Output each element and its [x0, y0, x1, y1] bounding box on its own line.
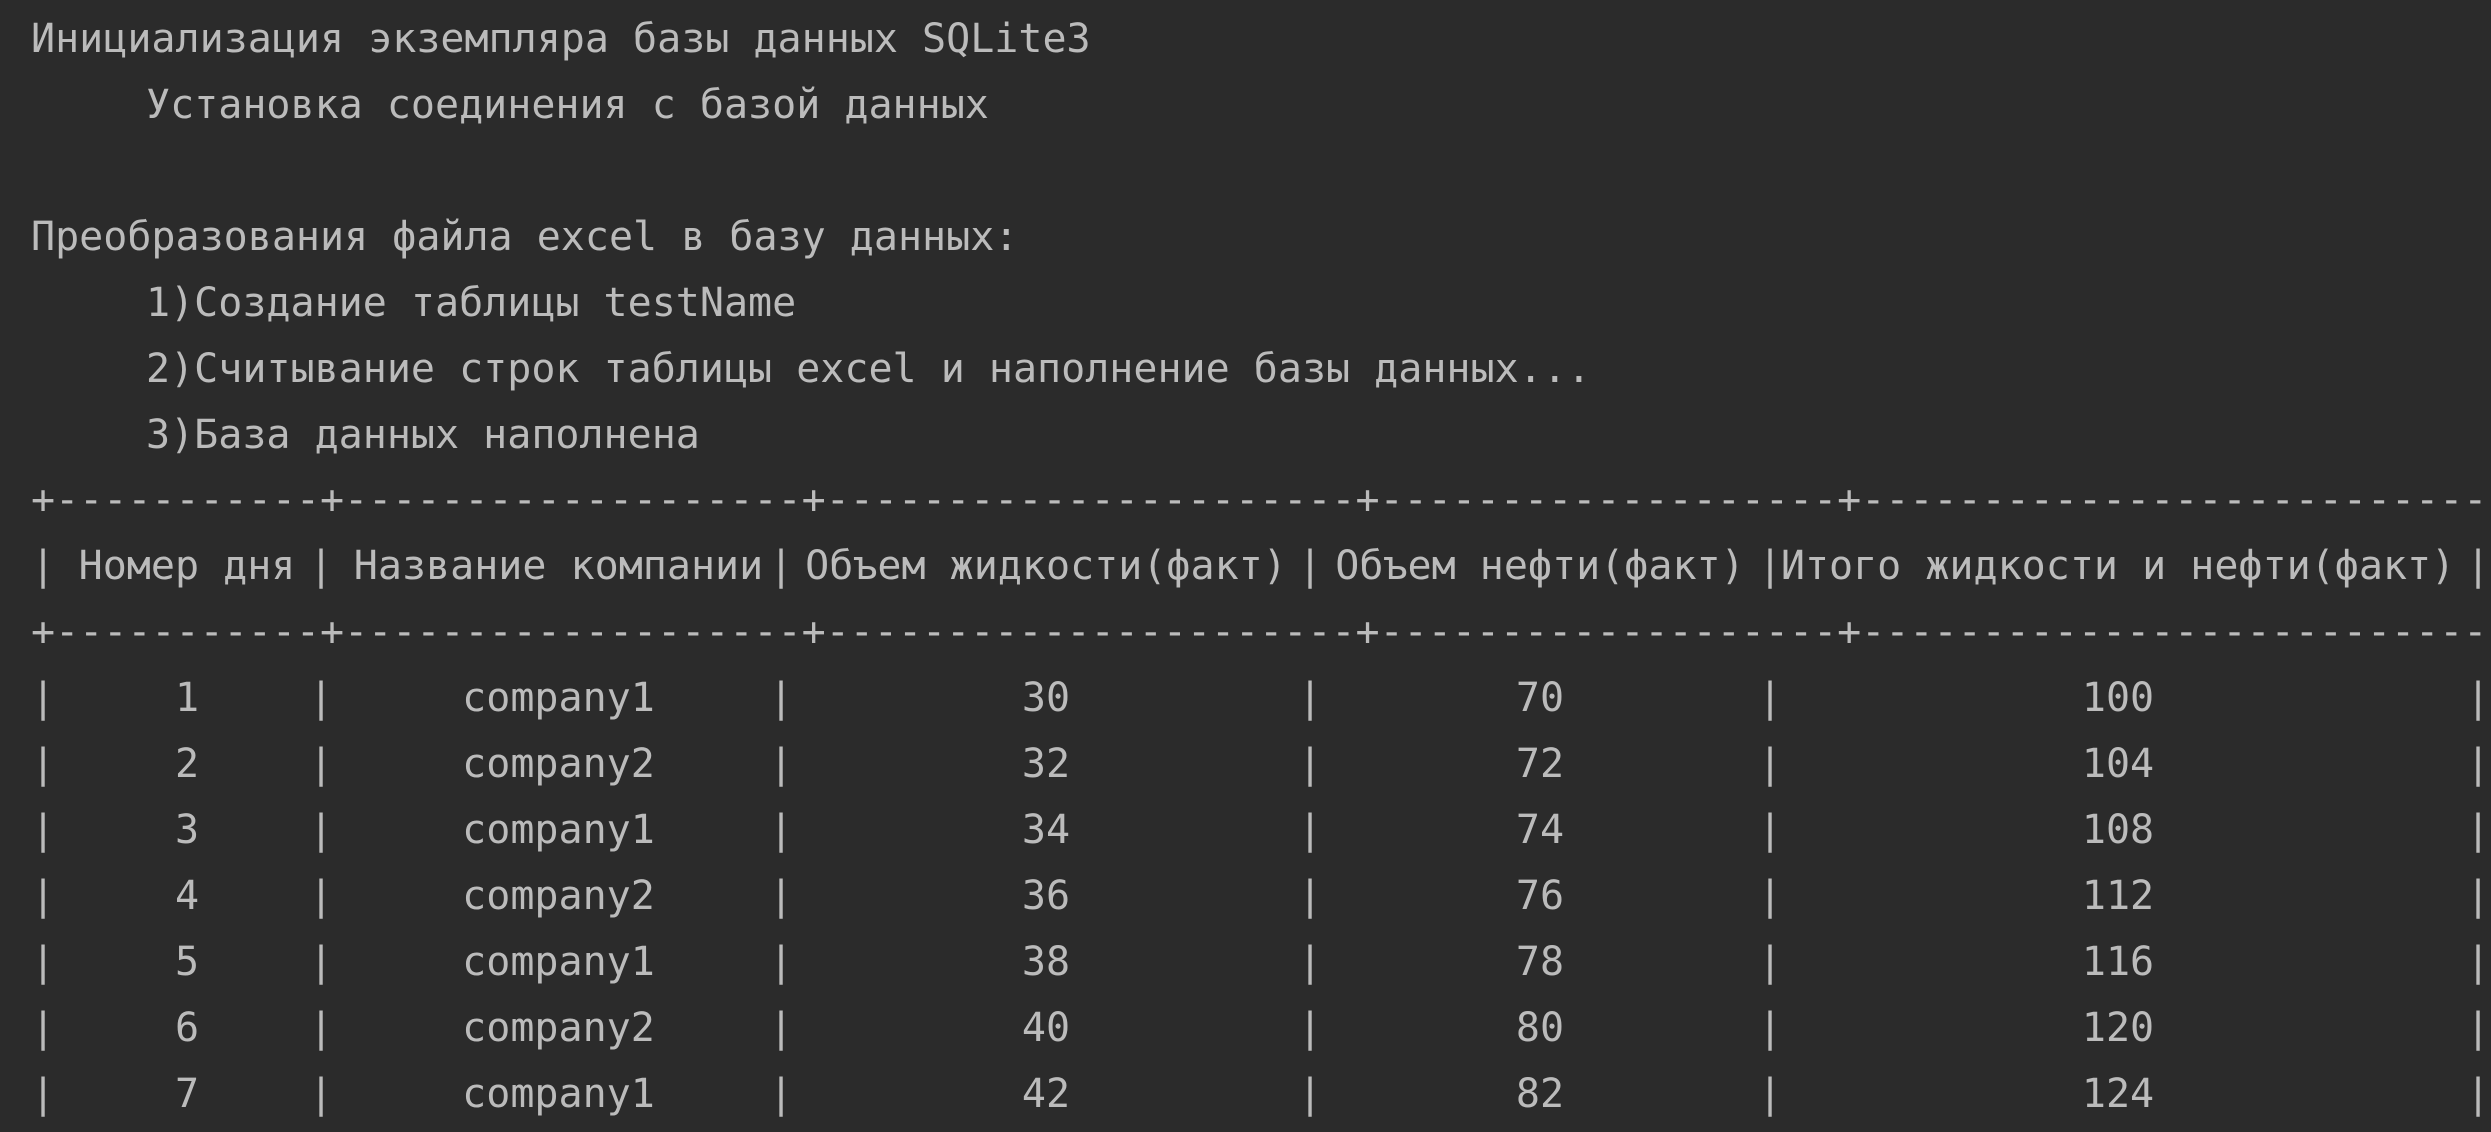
console-line-init: Инициализация экземпляра базы данных SQL…	[31, 16, 1091, 62]
cell-day-number: 1	[174, 675, 200, 721]
table-pipe: |	[1298, 1071, 1323, 1117]
cell-day-number: 3	[174, 807, 200, 853]
cell-total: 124	[2081, 1071, 2155, 1117]
table-pipe: |	[1298, 675, 1323, 721]
cell-oil-volume: 72	[1515, 741, 1565, 787]
cell-company-name: company1	[462, 675, 655, 721]
cell-liquid-volume: 34	[1021, 807, 1071, 853]
cell-liquid-volume: 40	[1021, 1005, 1071, 1051]
table-pipe: |	[1758, 807, 1783, 853]
cell-day-number: 6	[174, 1005, 200, 1051]
console-line-step1: 1)Создание таблицы testName	[146, 280, 797, 326]
table-pipe: |	[1758, 1071, 1783, 1117]
table-pipe: |	[2466, 939, 2491, 985]
table-pipe: |	[1758, 1005, 1783, 1051]
cell-total: 104	[2081, 741, 2155, 787]
table-row: | | | | | | 4 company2 36 76 112	[31, 863, 2491, 929]
table-pipe: |	[2466, 873, 2491, 919]
table-pipe: |	[1758, 873, 1783, 919]
table-pipe: |	[31, 807, 56, 853]
console-line-connect: Установка соединения с базой данных	[146, 82, 989, 128]
cell-liquid-volume: 36	[1021, 873, 1071, 919]
table-pipe: |	[2466, 807, 2491, 853]
table-pipe: |	[1298, 873, 1323, 919]
console-line-step3: 3)База данных наполнена	[146, 412, 700, 458]
table-header-row: | Номер дня | Название компании | Объем …	[31, 533, 2491, 599]
table-pipe: |	[1298, 939, 1323, 985]
header-oil-volume: Объем нефти(факт)	[1335, 543, 1745, 589]
cell-company-name: company2	[462, 741, 655, 787]
table-pipe: |	[1298, 741, 1323, 787]
table-row: | | | | | | 3 company1 34 74 108	[31, 797, 2491, 863]
table-pipe: |	[1298, 543, 1323, 589]
cell-total: 120	[2081, 1005, 2155, 1051]
table-pipe: |	[769, 543, 794, 589]
table-pipe: |	[31, 1005, 56, 1051]
table-header-border: +-----------+-------------------+-------…	[31, 609, 2491, 655]
console-line-step2: 2)Считывание строк таблицы excel и напол…	[146, 346, 1591, 392]
cell-oil-volume: 76	[1515, 873, 1565, 919]
table-pipe: |	[2466, 741, 2491, 787]
table-pipe: |	[31, 543, 56, 589]
cell-company-name: company1	[462, 1071, 655, 1117]
cell-company-name: company2	[462, 1005, 655, 1051]
cell-company-name: company2	[462, 873, 655, 919]
cell-day-number: 5	[174, 939, 200, 985]
cell-total: 116	[2081, 939, 2155, 985]
table-body: | | | | | | 1 company1 30 70 100 | | | | | | 2 company2 32 7…	[31, 665, 2491, 1127]
cell-day-number: 7	[174, 1071, 200, 1117]
cell-oil-volume: 70	[1515, 675, 1565, 721]
header-day-number: Номер дня	[78, 543, 296, 589]
header-company-name: Название компании	[353, 543, 764, 589]
table-pipe: |	[1758, 939, 1783, 985]
header-total: Итого жидкости и нефти(факт)	[1780, 543, 2456, 589]
cell-liquid-volume: 30	[1021, 675, 1071, 721]
table-row: | | | | | | 1 company1 30 70 100	[31, 665, 2491, 731]
table-top-border: +-----------+-------------------+-------…	[31, 477, 2491, 523]
table-row: | | | | | | 2 company2 32 72 104	[31, 731, 2491, 797]
table-row: | | | | | | 6 company2 40 80 120	[31, 995, 2491, 1061]
table-row: | | | | | | 7 company1 42 82 124	[31, 1061, 2491, 1127]
cell-company-name: company1	[462, 807, 655, 853]
cell-day-number: 4	[174, 873, 200, 919]
cell-oil-volume: 74	[1515, 807, 1565, 853]
header-liquid-volume: Объем жидкости(факт)	[805, 543, 1287, 589]
cell-oil-volume: 78	[1515, 939, 1565, 985]
ascii-table: +-----------+-------------------+-------…	[31, 467, 2491, 1127]
cell-liquid-volume: 32	[1021, 741, 1071, 787]
cell-oil-volume: 80	[1515, 1005, 1565, 1051]
table-pipe: |	[309, 543, 334, 589]
cell-total: 112	[2081, 873, 2155, 919]
console-output: Инициализация экземпляра базы данных SQL…	[0, 0, 2491, 1132]
table-pipe: |	[1758, 543, 1783, 589]
table-row: | | | | | | 5 company1 38 78 116	[31, 929, 2491, 995]
table-pipe: |	[31, 675, 56, 721]
table-pipe: |	[2466, 675, 2491, 721]
table-pipe: |	[2466, 1005, 2491, 1051]
table-pipe: |	[2466, 1071, 2491, 1117]
table-pipe: |	[1758, 741, 1783, 787]
cell-company-name: company1	[462, 939, 655, 985]
table-pipe: |	[1298, 1005, 1323, 1051]
table-pipe: |	[31, 873, 56, 919]
cell-liquid-volume: 38	[1021, 939, 1071, 985]
console-line-convert: Преобразования файла excel в базу данных…	[31, 214, 1019, 260]
table-pipe: |	[31, 939, 56, 985]
table-pipe: |	[1298, 807, 1323, 853]
cell-liquid-volume: 42	[1021, 1071, 1071, 1117]
table-pipe: |	[31, 1071, 56, 1117]
cell-day-number: 2	[174, 741, 200, 787]
table-pipe: |	[2466, 543, 2491, 589]
cell-total: 100	[2081, 675, 2155, 721]
cell-oil-volume: 82	[1515, 1071, 1565, 1117]
table-pipe: |	[1758, 675, 1783, 721]
table-pipe: |	[31, 741, 56, 787]
cell-total: 108	[2081, 807, 2155, 853]
